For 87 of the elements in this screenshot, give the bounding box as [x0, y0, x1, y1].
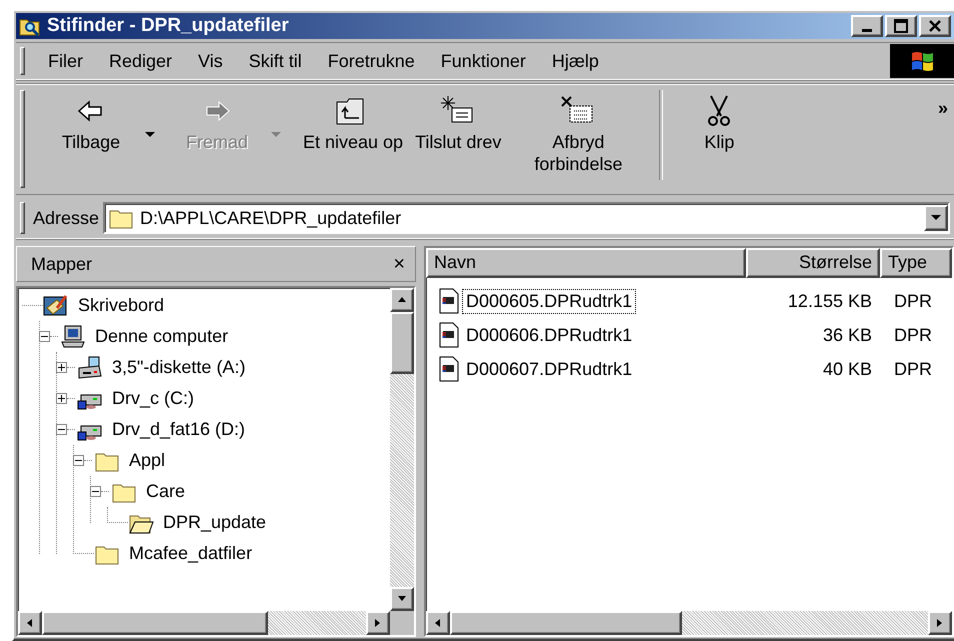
file-type: DPR — [893, 290, 934, 312]
menu-item[interactable]: Vis — [185, 48, 236, 74]
minimize-button[interactable] — [851, 15, 883, 37]
tree-item[interactable]: Denne computer — [92, 325, 232, 348]
tree-item[interactable]: DPR_update — [160, 511, 270, 534]
horizontal-scrollbar[interactable] — [18, 611, 414, 635]
menu-item[interactable]: Funktioner — [428, 48, 539, 74]
horizontal-scrollbar[interactable] — [426, 611, 952, 635]
caret-icon — [931, 215, 941, 221]
pane-title: Mapper — [31, 254, 92, 274]
caret-icon — [145, 132, 155, 138]
tree-connector-line — [67, 398, 75, 399]
file-name[interactable]: D000607.DPRudtrk1 — [462, 356, 636, 382]
vertical-scrollbar[interactable] — [390, 288, 414, 611]
tree-connector-line — [84, 460, 92, 461]
address-dropdown-button[interactable] — [924, 205, 948, 231]
menubar-grip[interactable] — [20, 47, 25, 75]
scroll-thumb[interactable] — [42, 611, 268, 635]
scroll-thumb[interactable] — [390, 312, 414, 374]
toolbar-button[interactable]: Et niveau op — [297, 90, 410, 158]
triangle-up-icon — [397, 295, 407, 305]
tree-item[interactable]: Skrivebord — [75, 294, 168, 317]
file-icon — [438, 288, 460, 314]
toolbar-button[interactable]: Tilbage — [45, 90, 137, 158]
file-icon — [438, 356, 460, 382]
menu-item[interactable]: Rediger — [96, 48, 186, 74]
menu-item[interactable]: Skift til — [236, 48, 315, 74]
windows-flag-icon — [910, 50, 934, 72]
tree-item[interactable]: 3,5"-diskette (A:) — [109, 356, 248, 379]
file-type: DPR — [893, 324, 934, 346]
column-header[interactable]: Størrelse — [746, 248, 880, 278]
tree-item[interactable]: Care — [143, 480, 188, 503]
desktop-icon — [43, 294, 69, 318]
menu-item[interactable]: Foretrukne — [314, 48, 428, 74]
more-buttons-chevron[interactable]: » — [938, 90, 954, 119]
file-size: 40 KB — [822, 358, 873, 380]
toolbar-button[interactable]: Tilslut drev — [409, 90, 508, 158]
collapse-toggle-icon[interactable] — [90, 486, 101, 497]
triangle-left-icon — [433, 618, 443, 628]
collapse-toggle-icon[interactable] — [73, 455, 84, 466]
maximize-icon — [894, 19, 908, 33]
tree-item[interactable]: Mcafee_datfiler — [126, 542, 256, 565]
scroll-up-button[interactable] — [390, 288, 414, 312]
close-icon — [928, 19, 942, 33]
file-name[interactable]: D000606.DPRudtrk1 — [462, 322, 636, 348]
file-icon — [438, 322, 460, 348]
close-button[interactable] — [919, 15, 951, 37]
scroll-left-button[interactable] — [18, 611, 42, 635]
caret-icon — [271, 132, 281, 138]
toolbar-button[interactable]: Klip — [673, 90, 766, 158]
menu-item[interactable]: Hjælp — [538, 48, 612, 74]
address-label: Adresse — [33, 208, 100, 228]
address-field[interactable]: D:\APPL\CARE\DPR_updatefiler — [103, 202, 950, 234]
column-header[interactable]: Navn — [426, 248, 746, 278]
menu-item[interactable]: Filer — [35, 48, 96, 74]
triangle-left-icon — [25, 618, 35, 628]
floppy-drive-icon — [77, 356, 103, 380]
tree-connector-line — [67, 429, 75, 430]
maximize-button[interactable] — [885, 15, 917, 37]
tree-item[interactable]: Appl — [126, 449, 168, 472]
tree-connector-line — [101, 491, 109, 492]
scroll-right-button[interactable] — [928, 611, 952, 635]
pane-close-button[interactable]: × — [393, 252, 405, 276]
file-name[interactable]: D000605.DPRudtrk1 — [462, 288, 636, 314]
file-size: 12.155 KB — [786, 290, 873, 312]
tree-item[interactable]: Drv_d_fat16 (D:) — [109, 418, 248, 441]
tree-connector-line — [67, 367, 75, 368]
toolbar-button[interactable]: Afbryd forbindelse — [507, 90, 650, 180]
scroll-thumb[interactable] — [450, 611, 682, 635]
expand-toggle-icon[interactable] — [56, 362, 67, 373]
minimize-icon — [862, 29, 872, 32]
collapse-toggle-icon[interactable] — [56, 424, 67, 435]
window-title: Stifinder - DPR_updatefiler — [47, 15, 290, 37]
scrollbar-corner — [390, 611, 414, 635]
tree-item[interactable]: Drv_c (C:) — [109, 387, 197, 410]
file-size: 36 KB — [822, 324, 873, 346]
file-type: DPR — [893, 358, 934, 380]
scroll-down-button[interactable] — [390, 587, 414, 611]
computer-icon — [60, 324, 86, 348]
tree-connector-line — [50, 336, 58, 337]
toolbar-grip[interactable] — [20, 90, 25, 188]
address-bar-grip[interactable] — [20, 202, 25, 234]
collapse-toggle-icon[interactable] — [39, 331, 50, 342]
expand-toggle-icon[interactable] — [56, 393, 67, 404]
column-header[interactable]: Type — [880, 248, 952, 278]
scroll-right-button[interactable] — [366, 611, 390, 635]
scroll-left-button[interactable] — [426, 611, 450, 635]
